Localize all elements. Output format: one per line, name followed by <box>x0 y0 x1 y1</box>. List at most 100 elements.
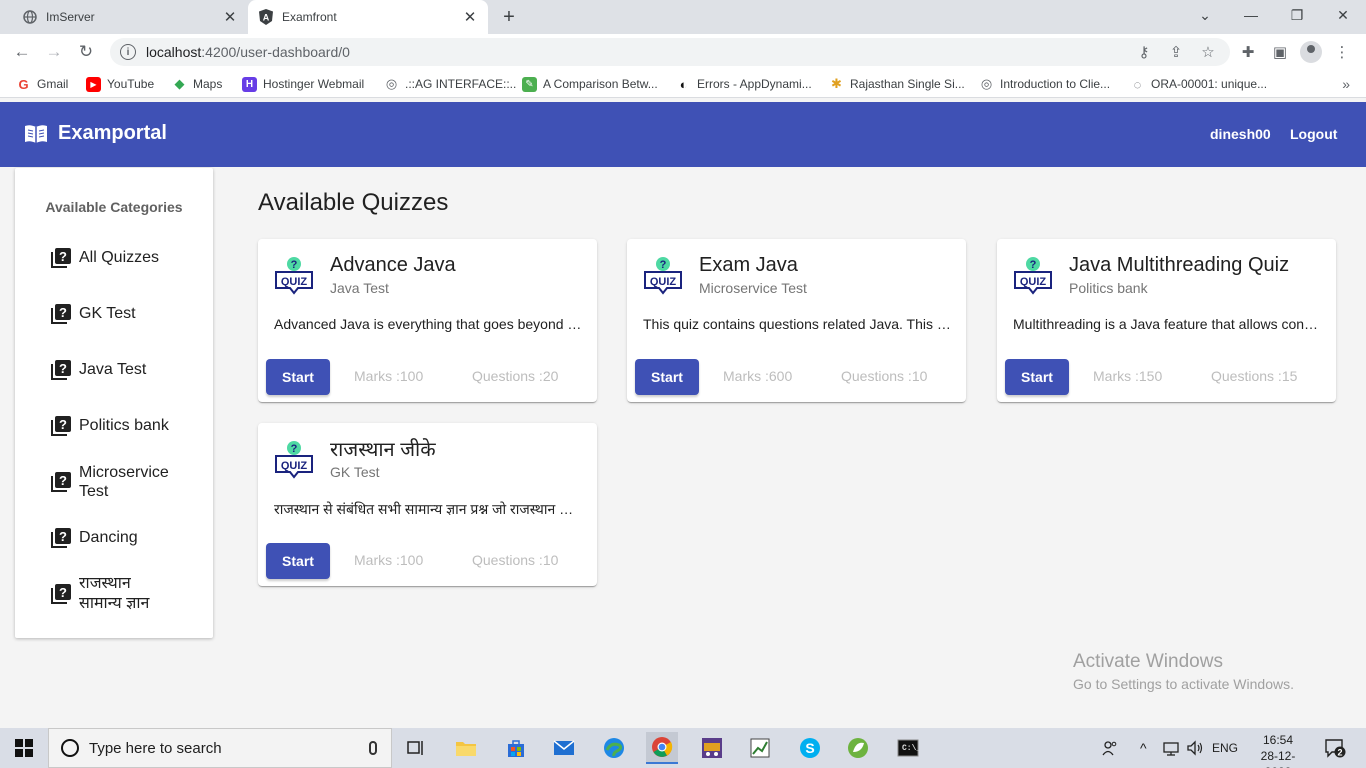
quiz-icon: ? <box>51 248 71 268</box>
store-icon[interactable] <box>500 732 532 764</box>
tab-examfront[interactable]: A Examfront ✕ <box>248 0 488 34</box>
svg-text:?: ? <box>59 585 67 600</box>
key-icon[interactable]: ⚷ <box>1134 42 1154 62</box>
notifications-icon[interactable]: 2 <box>1324 728 1346 768</box>
quiz-logo-icon: ? QUIZ <box>275 441 313 479</box>
forward-button[interactable]: → <box>42 40 66 64</box>
quiz-logo-icon: ? QUIZ <box>1014 257 1052 295</box>
sidebar-item-microservice-test[interactable]: ? Microservice Test <box>51 463 201 501</box>
svg-text:?: ? <box>59 417 67 432</box>
svg-text:?: ? <box>291 443 298 455</box>
spring-tools-icon[interactable] <box>842 732 874 764</box>
bookmark-item[interactable]: ✱ Rajasthan Single Si... <box>829 76 965 92</box>
bookmarks-overflow-icon[interactable]: » <box>1342 76 1350 92</box>
quiz-marks: Marks :600 <box>723 368 793 384</box>
quiz-description: राजस्थान से संबंधित सभी सामान्य ज्ञान प्… <box>274 501 582 517</box>
svg-text:A: A <box>263 13 270 23</box>
back-button[interactable]: ← <box>10 40 34 64</box>
svg-text:QUIZ: QUIZ <box>281 276 308 288</box>
share-icon[interactable]: ⇪ <box>1166 42 1186 62</box>
quiz-icon: ? <box>51 528 71 548</box>
quiz-card: ? QUIZ Exam Java Microservice Test This … <box>627 239 966 402</box>
close-window-button[interactable]: ✕ <box>1320 0 1366 30</box>
profile-avatar[interactable] <box>1300 41 1322 63</box>
chart-app-icon[interactable] <box>744 732 776 764</box>
sidebar-item-java-test[interactable]: ? Java Test <box>51 360 201 380</box>
bookmark-item[interactable]: H Hostinger Webmail <box>242 76 364 92</box>
task-view-icon[interactable] <box>400 732 432 764</box>
tab-imserver[interactable]: ImServer ✕ <box>0 0 248 34</box>
bookmark-item[interactable]: ◆ Maps <box>172 76 222 92</box>
activate-windows-watermark: Activate Windows Go to Settings to activ… <box>1073 651 1294 692</box>
bookmark-item[interactable]: ◐ Errors - AppDynami... <box>676 76 812 92</box>
volume-icon[interactable] <box>1186 728 1204 768</box>
people-icon[interactable] <box>1102 728 1118 768</box>
extensions-icon[interactable]: ✚ <box>1238 42 1258 62</box>
page-title: Available Quizzes <box>258 189 449 216</box>
side-panel-icon[interactable]: ▣ <box>1270 42 1290 62</box>
language-indicator[interactable]: ENG <box>1212 728 1238 768</box>
quiz-icon: ? <box>51 472 71 492</box>
reload-button[interactable]: ↻ <box>74 40 98 64</box>
start-button[interactable] <box>0 728 48 768</box>
globe-icon <box>22 9 38 25</box>
taskbar-search[interactable]: Type here to search <box>48 728 392 768</box>
angular-icon: A <box>258 9 274 25</box>
windows-taskbar: Type here to search S C:\_ ^ ENG <box>0 728 1366 768</box>
show-hidden-icons[interactable]: ^ <box>1140 728 1147 768</box>
start-quiz-button[interactable]: Start <box>266 359 330 395</box>
bookmark-star-icon[interactable]: ☆ <box>1198 42 1218 62</box>
quiz-title: Java Multithreading Quiz <box>1069 254 1290 276</box>
microphone-icon[interactable] <box>369 741 377 755</box>
sidebar-item-gk-test[interactable]: ? GK Test <box>51 304 201 324</box>
brand[interactable]: Examportal <box>24 122 167 145</box>
game-app-icon[interactable] <box>696 732 728 764</box>
bookmark-label: Rajasthan Single Si... <box>850 77 965 91</box>
sidebar-title: Available Categories <box>45 199 183 215</box>
chrome-icon[interactable] <box>646 732 678 764</box>
bookmark-item[interactable]: G Gmail <box>16 76 68 92</box>
restore-button[interactable]: ❐ <box>1274 0 1320 30</box>
bookmark-item[interactable]: ▶ YouTube <box>86 76 154 92</box>
youtube-icon: ▶ <box>86 76 101 92</box>
brand-title: Examportal <box>58 122 167 144</box>
skype-icon[interactable]: S <box>794 732 826 764</box>
new-tab-button[interactable]: + <box>498 6 520 28</box>
bookmark-item[interactable]: ✎ A Comparison Betw... <box>522 76 658 92</box>
system-clock[interactable]: 16:54 28-12-2022 <box>1250 732 1306 768</box>
start-quiz-button[interactable]: Start <box>635 359 699 395</box>
mail-icon[interactable] <box>548 732 580 764</box>
start-quiz-button[interactable]: Start <box>1005 359 1069 395</box>
quiz-title: राजस्थान जीके <box>330 439 436 461</box>
quiz-logo-icon: ? QUIZ <box>644 257 682 295</box>
close-tab-icon[interactable]: ✕ <box>460 7 480 27</box>
bookmark-item[interactable]: ◎ Introduction to Clie... <box>979 76 1110 92</box>
sidebar-item-dancing[interactable]: ? Dancing <box>51 528 201 548</box>
start-quiz-button[interactable]: Start <box>266 543 330 579</box>
user-profile-link[interactable]: dinesh00 <box>1210 126 1271 142</box>
network-icon[interactable] <box>1162 728 1180 768</box>
site-info-icon[interactable]: i <box>120 44 136 60</box>
tab-search-icon[interactable]: ⌄ <box>1182 0 1228 30</box>
quiz-icon: ? <box>51 416 71 436</box>
svg-text:?: ? <box>59 473 67 488</box>
quiz-marks: Marks :100 <box>354 368 424 384</box>
address-bar[interactable]: i localhost:4200/user-dashboard/0 <box>110 38 1230 66</box>
quiz-marks: Marks :100 <box>354 552 424 568</box>
menu-kebab-icon[interactable]: ⋮ <box>1332 42 1352 62</box>
close-tab-icon[interactable]: ✕ <box>220 7 240 27</box>
minimize-button[interactable]: — <box>1228 0 1274 30</box>
logout-link[interactable]: Logout <box>1290 126 1337 142</box>
sidebar-item-rajasthan-gk[interactable]: ? राजस्थान सामान्य ज्ञान <box>51 574 201 614</box>
url-host: localhost <box>146 44 202 60</box>
terminal-icon[interactable]: C:\_ <box>892 732 924 764</box>
edge-icon[interactable] <box>598 732 630 764</box>
bookmark-item[interactable]: ◎ .::AG INTERFACE::.. <box>384 76 516 92</box>
bookmark-item[interactable]: ◌ ORA-00001: unique... <box>1130 76 1267 92</box>
bookmark-label: Errors - AppDynami... <box>697 77 812 91</box>
sidebar-item-all-quizzes[interactable]: ? All Quizzes <box>51 248 201 268</box>
file-explorer-icon[interactable] <box>450 732 482 764</box>
svg-text:QUIZ: QUIZ <box>281 460 308 472</box>
sidebar-item-politics-bank[interactable]: ? Politics bank <box>51 416 201 436</box>
svg-text:?: ? <box>59 529 67 544</box>
